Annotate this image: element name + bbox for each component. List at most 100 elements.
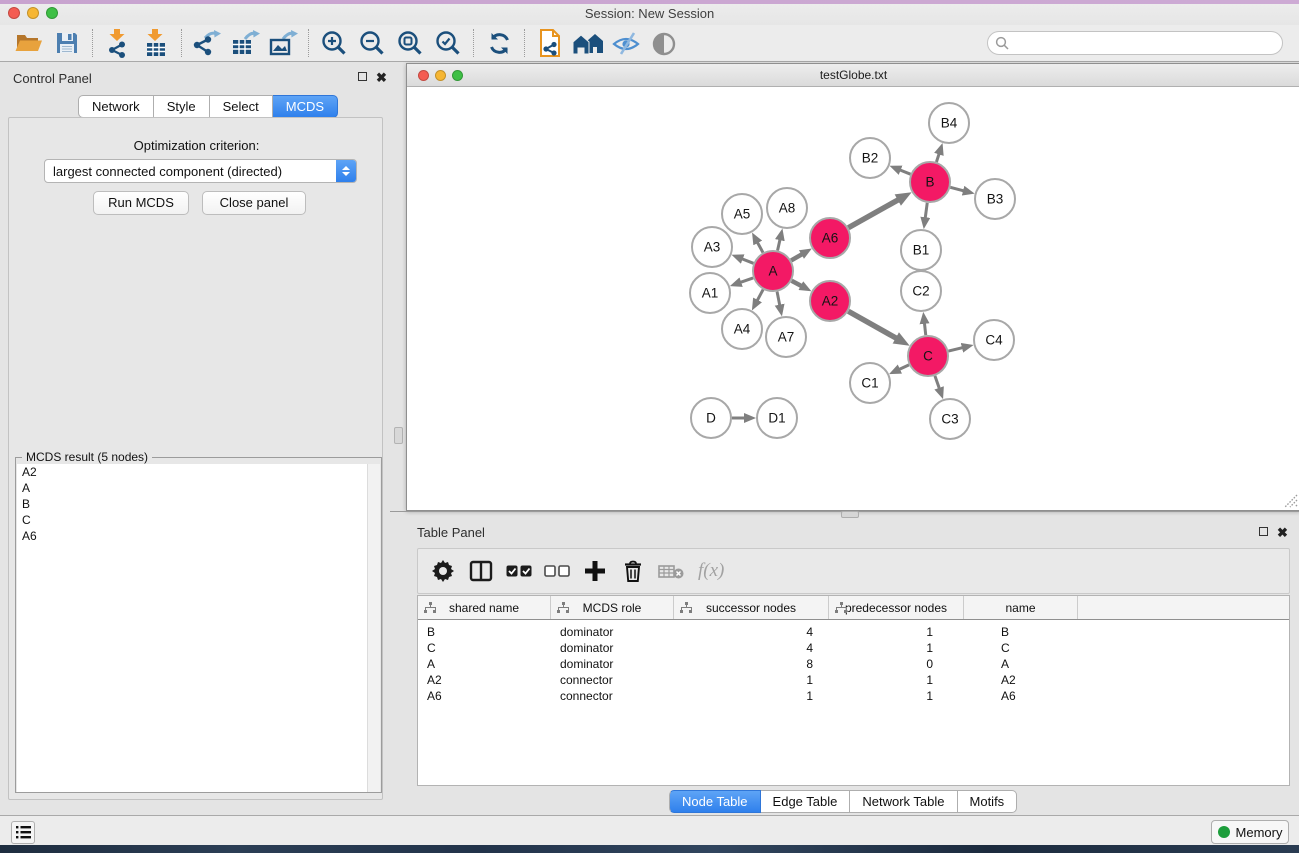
table-cell[interactable]: 1 xyxy=(829,672,964,688)
column-header-shared-name[interactable]: shared name xyxy=(418,596,551,619)
save-icon[interactable] xyxy=(48,27,86,59)
graph-node-A7[interactable]: A7 xyxy=(766,317,806,357)
table-cell[interactable]: C xyxy=(964,640,1078,656)
graph-edge-B-B3[interactable] xyxy=(950,187,964,191)
graph-edge-C-C2[interactable] xyxy=(924,323,925,335)
close-panel-button[interactable]: Close panel xyxy=(202,191,306,215)
panel-divider-handle[interactable] xyxy=(394,427,403,444)
table-cell[interactable]: 1 xyxy=(674,672,829,688)
graph-node-B4[interactable]: B4 xyxy=(929,103,969,143)
table-cell[interactable]: A6 xyxy=(418,688,551,704)
graph-node-A8[interactable]: A8 xyxy=(767,188,807,228)
column-header-predecessor-nodes[interactable]: predecessor nodes xyxy=(829,596,964,619)
add-icon[interactable] xyxy=(578,554,612,588)
graph-edge-A-A4[interactable] xyxy=(757,290,763,301)
graph-edge-A-A5[interactable] xyxy=(757,242,763,252)
mcds-result-item[interactable]: C xyxy=(17,512,368,528)
table-cell[interactable]: 8 xyxy=(674,656,829,672)
open-folder-icon[interactable] xyxy=(10,27,48,59)
memory-button[interactable]: Memory xyxy=(1211,820,1289,844)
deselect-all-icon[interactable] xyxy=(540,554,574,588)
table-cell[interactable]: dominator xyxy=(551,624,674,640)
graph-edge-A-A1[interactable] xyxy=(740,278,753,283)
run-mcds-button[interactable]: Run MCDS xyxy=(93,191,189,215)
tab-network-table[interactable]: Network Table xyxy=(850,790,957,813)
table-cell[interactable]: A2 xyxy=(964,672,1078,688)
float-panel-icon[interactable] xyxy=(358,72,367,81)
mcds-result-item[interactable]: A xyxy=(17,480,368,496)
table-cell[interactable]: 1 xyxy=(829,640,964,656)
table-cell[interactable]: 4 xyxy=(674,624,829,640)
tab-node-table[interactable]: Node Table xyxy=(669,790,761,813)
splitter-handle[interactable] xyxy=(841,511,859,518)
table-cell[interactable]: B xyxy=(964,624,1078,640)
graph-node-A3[interactable]: A3 xyxy=(692,227,732,267)
table-cell[interactable]: connector xyxy=(551,672,674,688)
graph-node-A[interactable]: A xyxy=(753,251,793,291)
table-cell[interactable]: dominator xyxy=(551,656,674,672)
network-document-icon[interactable] xyxy=(531,27,569,59)
graph-node-A1[interactable]: A1 xyxy=(690,273,730,313)
graph-node-B1[interactable]: B1 xyxy=(901,230,941,270)
graph-node-B[interactable]: B xyxy=(910,162,950,202)
network-canvas[interactable]: B4B2BB3A5A8A6A3B1AA1C2A2A4A7C4CC1C3DD1 xyxy=(407,87,1299,510)
graph-node-D1[interactable]: D1 xyxy=(757,398,797,438)
tab-select[interactable]: Select xyxy=(210,95,273,118)
task-history-button[interactable] xyxy=(11,821,35,844)
table-cell[interactable]: A2 xyxy=(418,672,551,688)
mcds-result-item[interactable]: B xyxy=(17,496,368,512)
table-cell[interactable]: A6 xyxy=(964,688,1078,704)
delete-icon[interactable] xyxy=(616,554,650,588)
table-cell[interactable]: B xyxy=(418,624,551,640)
column-header-mcds-role[interactable]: MCDS role xyxy=(551,596,674,619)
table-row[interactable]: Cdominator41C xyxy=(418,640,1289,656)
graph-node-C4[interactable]: C4 xyxy=(974,320,1014,360)
eye-icon[interactable] xyxy=(645,27,683,59)
tab-mcds[interactable]: MCDS xyxy=(273,95,338,118)
mcds-result-item[interactable]: A6 xyxy=(17,528,368,544)
tab-motifs[interactable]: Motifs xyxy=(958,790,1018,813)
optimization-criterion-dropdown[interactable]: largest connected component (directed) xyxy=(44,159,357,183)
table-cell[interactable]: connector xyxy=(551,688,674,704)
close-panel-icon[interactable]: ✖ xyxy=(376,70,387,86)
column-header-successor-nodes[interactable]: successor nodes xyxy=(674,596,829,619)
home-icon[interactable] xyxy=(569,27,607,59)
zoom-in-icon[interactable] xyxy=(315,27,353,59)
column-header-name[interactable]: name xyxy=(964,596,1078,619)
graph-edge-A-A3[interactable] xyxy=(742,259,754,264)
graph-edge-B-B1[interactable] xyxy=(925,203,927,218)
graph-node-A4[interactable]: A4 xyxy=(722,309,762,349)
select-all-icon[interactable] xyxy=(502,554,536,588)
split-view-icon[interactable] xyxy=(464,554,498,588)
export-network-icon[interactable] xyxy=(188,27,226,59)
close-panel-icon[interactable]: ✖ xyxy=(1277,525,1288,541)
export-table-icon[interactable] xyxy=(226,27,264,59)
graph-edge-B-B2[interactable] xyxy=(900,170,911,174)
table-cell[interactable]: C xyxy=(418,640,551,656)
search-input[interactable] xyxy=(1009,33,1282,53)
graph-node-C2[interactable]: C2 xyxy=(901,271,941,311)
graph-edge-C-C3[interactable] xyxy=(935,376,940,389)
graph-node-A5[interactable]: A5 xyxy=(722,194,762,234)
graph-edge-A-A6[interactable] xyxy=(791,254,802,260)
graph-node-C[interactable]: C xyxy=(908,336,948,376)
delete-table-icon[interactable] xyxy=(654,554,688,588)
graph-edge-A-A2[interactable] xyxy=(792,281,802,286)
eye-slash-icon[interactable] xyxy=(607,27,645,59)
graph-node-A6[interactable]: A6 xyxy=(810,218,850,258)
float-panel-icon[interactable] xyxy=(1259,527,1268,536)
network-window-titlebar[interactable]: testGlobe.txt xyxy=(407,64,1299,87)
table-cell[interactable]: 1 xyxy=(829,688,964,704)
mcds-result-item[interactable]: A2 xyxy=(17,464,368,480)
graph-edge-A-A7[interactable] xyxy=(777,292,780,306)
table-cell[interactable]: 0 xyxy=(829,656,964,672)
scrollbar-track[interactable] xyxy=(367,464,380,792)
graph-edge-B-B4[interactable] xyxy=(936,153,939,162)
export-image-icon[interactable] xyxy=(264,27,302,59)
graph-edge-A6-B[interactable] xyxy=(848,200,898,228)
graph-node-A2[interactable]: A2 xyxy=(810,281,850,321)
table-row[interactable]: Adominator80A xyxy=(418,656,1289,672)
table-cell[interactable]: 1 xyxy=(674,688,829,704)
zoom-fit-icon[interactable] xyxy=(391,27,429,59)
tab-style[interactable]: Style xyxy=(154,95,210,118)
